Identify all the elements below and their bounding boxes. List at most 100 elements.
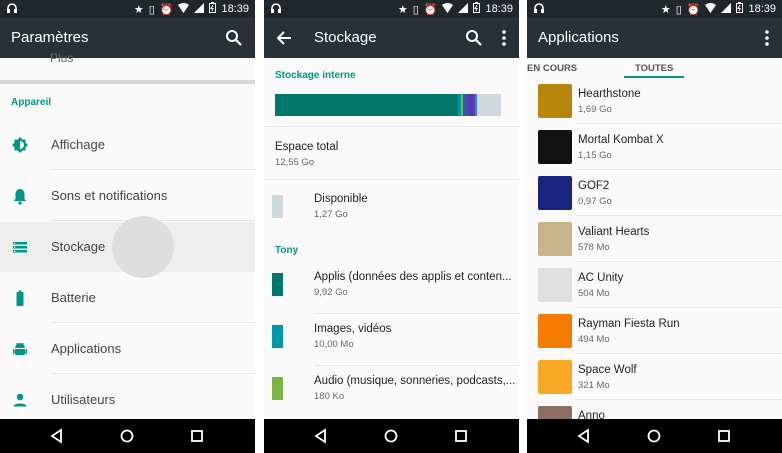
vibrate-icon: ▯	[148, 3, 155, 16]
total-space-value: 12,55 Go	[275, 157, 315, 168]
search-icon[interactable]	[223, 27, 245, 49]
settings-screen: ★ ▯ ⏰ 18:39 Paramètres Plus Appareil Aff…	[0, 0, 255, 453]
category-value: 180 Ko	[314, 391, 345, 402]
app-name: Hearthstone	[578, 88, 641, 100]
applications-screen: ★ ▯ ⏰ 18:39 Applications EN COURS TOUTES…	[527, 0, 782, 453]
app-name: Mortal Kombat X	[578, 134, 664, 146]
overflow-menu-icon[interactable]	[493, 27, 515, 49]
back-nav-icon[interactable]	[48, 427, 66, 445]
settings-item-battery[interactable]: Batterie	[0, 273, 255, 323]
overflow-menu-icon[interactable]	[756, 27, 778, 49]
category-row-images[interactable]: Images, vidéos 10,00 Mo	[264, 314, 519, 366]
person-icon	[11, 391, 29, 409]
category-label: Applis (données des applis et conten...	[314, 271, 512, 283]
vibrate-icon: ▯	[675, 3, 682, 16]
audio-color-swatch	[272, 377, 283, 400]
recents-nav-icon[interactable]	[715, 427, 733, 445]
settings-item-label: Batterie	[51, 290, 96, 305]
headset-icon	[6, 2, 18, 17]
nav-bar	[527, 419, 782, 453]
category-row-apps[interactable]: Applis (données des applis et conten... …	[264, 262, 519, 314]
settings-item-label: Stockage	[51, 239, 106, 254]
internal-storage-header: Stockage interne	[275, 70, 356, 81]
gof2-icon	[538, 176, 572, 210]
app-size: 494 Mo	[578, 334, 610, 345]
app-list-item[interactable]: AC Unity 504 Mo	[527, 262, 782, 308]
signal-icon	[721, 2, 732, 16]
app-list-item[interactable]: Valiant Hearts 578 Mo	[527, 216, 782, 262]
back-arrow-icon[interactable]	[274, 27, 296, 49]
app-name: Space Wolf	[578, 364, 637, 376]
category-row-audio[interactable]: Audio (musique, sonneries, podcasts,... …	[264, 366, 519, 418]
app-size: 1,15 Go	[578, 150, 612, 161]
signal-icon	[194, 2, 205, 16]
headset-icon	[270, 2, 282, 17]
storage-bar-segment	[477, 94, 501, 116]
storage-bar-segment	[275, 94, 459, 116]
available-value: 1,27 Go	[314, 209, 348, 220]
home-nav-icon[interactable]	[645, 427, 663, 445]
settings-item-storage[interactable]: Stockage	[0, 216, 255, 278]
settings-item-label: Applications	[51, 341, 122, 356]
back-nav-icon[interactable]	[575, 427, 593, 445]
valiant-hearts-icon	[538, 222, 572, 256]
hearthstone-icon	[538, 84, 572, 118]
available-row[interactable]: Disponible 1,27 Go	[264, 180, 519, 233]
category-label: Images, vidéos	[314, 323, 392, 335]
star-icon: ★	[660, 3, 671, 16]
app-list-item[interactable]: Rayman Fiesta Run 494 Mo	[527, 308, 782, 354]
settings-item-label: Sons et notifications	[51, 188, 168, 203]
settings-item-display[interactable]: Affichage	[0, 120, 255, 170]
alarm-icon: ⏰	[159, 3, 174, 16]
settings-list: Plus Appareil Affichage Sons et notifica…	[0, 51, 255, 419]
app-bar: Applications	[527, 18, 782, 58]
app-list-item[interactable]: Anno	[527, 400, 782, 419]
app-filter-tabs: EN COURS TOUTES	[527, 58, 782, 78]
bell-icon	[11, 187, 29, 205]
app-list-item[interactable]: Hearthstone 1,69 Go	[527, 78, 782, 124]
back-nav-icon[interactable]	[312, 427, 330, 445]
wifi-icon	[178, 2, 190, 16]
touch-ripple	[112, 216, 174, 278]
storage-icon	[11, 238, 29, 256]
section-header: Appareil	[11, 97, 52, 108]
app-name: Rayman Fiesta Run	[578, 318, 680, 330]
status-time: 18:39	[485, 3, 513, 15]
storage-usage-bar	[275, 94, 507, 116]
status-bar: ★ ▯ ⏰ 18:39	[0, 0, 255, 18]
settings-item-label: Affichage	[51, 137, 105, 152]
battery-icon	[209, 2, 217, 16]
tab-running[interactable]: EN COURS	[527, 63, 577, 74]
anno-icon	[538, 406, 572, 419]
app-size: 321 Mo	[578, 380, 610, 391]
total-space-label: Espace total	[275, 141, 339, 153]
app-list-item[interactable]: Space Wolf 321 Mo	[527, 354, 782, 400]
app-name: GOF2	[578, 180, 610, 192]
wifi-icon	[705, 2, 717, 16]
storage-screen: ★ ▯ ⏰ 18:39 Stockage Stockage interne Es…	[264, 0, 519, 453]
app-name: AC Unity	[578, 272, 624, 284]
status-bar: ★ ▯ ⏰ 18:39	[264, 0, 519, 18]
app-name: Anno	[578, 410, 605, 419]
app-list-item[interactable]: Mortal Kombat X 1,15 Go	[527, 124, 782, 170]
app-list-item[interactable]: GOF2 0,97 Go	[527, 170, 782, 216]
page-title: Paramètres	[11, 29, 89, 46]
settings-item-label: Utilisateurs	[51, 392, 116, 407]
available-label: Disponible	[314, 193, 368, 205]
home-nav-icon[interactable]	[382, 427, 400, 445]
nav-bar	[264, 419, 519, 453]
star-icon: ★	[397, 3, 408, 16]
battery-icon	[736, 2, 744, 16]
recents-nav-icon[interactable]	[188, 427, 206, 445]
app-bar: Stockage	[264, 18, 519, 58]
recents-nav-icon[interactable]	[452, 427, 470, 445]
status-bar: ★ ▯ ⏰ 18:39	[527, 0, 782, 18]
tab-all[interactable]: TOUTES	[635, 63, 673, 74]
star-icon: ★	[133, 3, 144, 16]
settings-item-sound[interactable]: Sons et notifications	[0, 171, 255, 221]
home-nav-icon[interactable]	[118, 427, 136, 445]
settings-item-users[interactable]: Utilisateurs	[0, 375, 255, 425]
settings-item-applications[interactable]: Applications	[0, 324, 255, 374]
nav-bar	[0, 419, 255, 453]
search-icon[interactable]	[463, 27, 485, 49]
